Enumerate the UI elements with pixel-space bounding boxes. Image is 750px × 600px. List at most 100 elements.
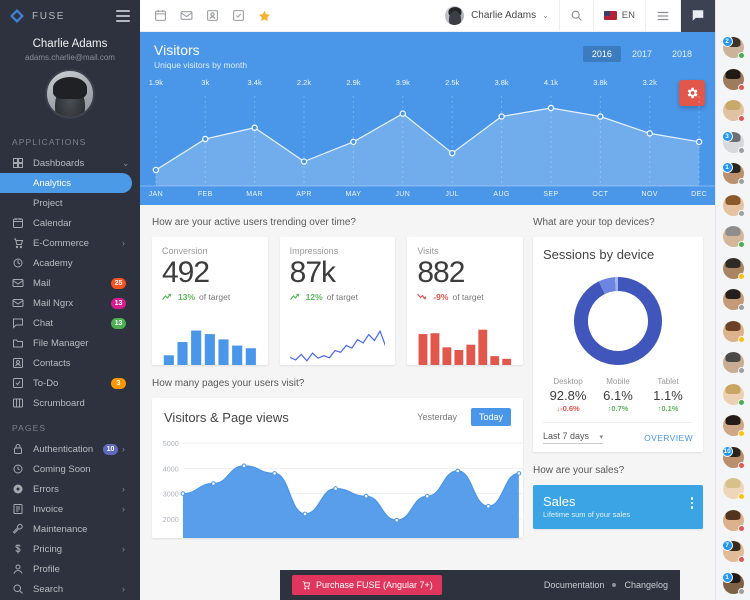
search-button[interactable] [558,0,593,32]
sidebar-toggle-button[interactable] [116,10,130,22]
contacts-icon[interactable] [206,9,219,22]
lock-icon [14,444,22,454]
changelog-link[interactable]: Changelog [624,580,668,590]
chat-contact-item[interactable] [716,379,750,411]
sidebar-nav: APPLICATIONS Dashboards ⌄ Analytics Project C… [0,127,140,600]
status-badge [737,398,745,406]
sidebar-item-project[interactable]: Project [0,193,140,213]
chat-contact-item[interactable]: 1 [716,158,750,190]
avatar [722,226,745,249]
chat-contact-item[interactable]: 7 [716,536,750,568]
chat-icon [12,317,24,329]
sidebar-item-label: Coming Soon [33,463,91,475]
sidebar-item-profile[interactable]: Profile [0,559,140,579]
chat-contact-item[interactable] [716,221,750,253]
chat-contact-item[interactable] [716,410,750,442]
chat-panel-button[interactable] [680,0,715,32]
language-label: EN [621,10,635,21]
todo-icon[interactable] [232,9,245,22]
chat-contact-item[interactable] [716,64,750,96]
dashboard-grid: How are your active users trending over … [140,205,715,538]
sidebar-item-mail-ngrx[interactable]: Mail Ngrx 13 [0,293,140,313]
date-range-select[interactable]: Last 7 days ▾ [543,431,604,444]
star-icon[interactable] [258,9,271,22]
device-change: ↓-0.6% [556,404,580,413]
sidebar-item-file-manager[interactable]: File Manager [0,333,140,353]
more-vert-icon[interactable] [690,497,693,509]
sidebar-item-authentication[interactable]: Authentication 10 › [0,439,140,459]
sidebar-item-chat[interactable]: Chat 13 [0,313,140,333]
flag-us-icon [603,11,617,20]
sidebar-item-calendar[interactable]: Calendar [0,213,140,233]
sidebar-item-academy[interactable]: Academy [0,253,140,273]
chat-contact-item[interactable]: 1 [716,568,750,600]
chat-contact-item[interactable] [716,473,750,505]
calendar-icon[interactable] [154,9,167,22]
unread-count-badge: 1 [721,162,733,174]
chat-contact-item[interactable]: 10 [716,442,750,474]
avatar [722,68,745,91]
contacts-icon [12,357,24,369]
device-stat-mobile: Mobile 6.1% ↑0.7% [593,377,643,413]
sidebar-item-errors[interactable]: Errors › [0,479,140,499]
sidebar-item-invoice[interactable]: Invoice › [0,499,140,519]
chat-contact-item[interactable]: 3 [716,127,750,159]
chat-contact-item[interactable] [716,253,750,285]
dollar-icon [15,544,21,554]
scrumboard-icon [12,397,24,409]
year-tab-2018[interactable]: 2018 [663,46,701,62]
overview-link[interactable]: OVERVIEW [644,433,693,443]
kpi-value: 882 [417,256,465,289]
device-pct: 92.8% [549,388,587,403]
chat-contact-item[interactable] [716,347,750,379]
avatar [722,289,745,312]
chat-contact-item[interactable] [716,284,750,316]
sidebar-item-contacts[interactable]: Contacts [0,353,140,373]
pages-tab-yesterday[interactable]: Yesterday [409,408,465,426]
status-badge: 13 [111,317,126,329]
chat-contact-item[interactable]: 2 [716,32,750,64]
sidebar-item-label: Dashboards [33,157,85,169]
avatar[interactable] [45,69,95,119]
pages-tab-today[interactable]: Today [470,408,511,426]
person-icon [13,564,23,574]
avatar: 2 [721,36,745,60]
sidebar-item-e-commerce[interactable]: E-Commerce › [0,233,140,253]
sidebar-item-label: To-Do [33,377,59,389]
avatar [722,100,745,123]
kpi-delta-suffix: of target [452,291,484,302]
user-menu-button[interactable]: Charlie Adams ⌄ [435,0,559,32]
chat-contact-item[interactable] [716,316,750,348]
documentation-link[interactable]: Documentation [544,580,605,590]
chat-contact-item[interactable] [716,190,750,222]
kpi-widgets: Conversion 492 13% of target Impressions 87k 1… [152,237,524,365]
sidebar-user-email: adams.charlie@mail.com [25,53,115,62]
sidebar-item-maintenance[interactable]: Maintenance [0,519,140,539]
quick-panel-button[interactable] [645,0,680,32]
sidebar-item-coming-soon[interactable]: Coming Soon [0,459,140,479]
devices-donut-chart [543,262,693,377]
sidebar-item-label: Search [33,583,64,595]
year-tab-2017[interactable]: 2017 [623,46,661,62]
unread-count-badge: 7 [721,540,733,552]
purchase-fuse-button[interactable]: Purchase FUSE (Angular 7+) [292,575,442,595]
sidebar-item-to-do[interactable]: To-Do 3 [0,373,140,393]
sidebar-item-label: Profile [33,563,60,575]
toolbar-avatar [445,6,465,25]
visitors-area-chart [140,74,715,205]
sidebar-item-mail[interactable]: Mail 25 [0,273,140,293]
year-tab-2016[interactable]: 2016 [582,46,621,62]
sidebar-item-search[interactable]: Search › [0,579,140,599]
sidebar-item-analytics[interactable]: Analytics [0,173,132,193]
sidebar-item-scrumboard[interactable]: Scrumboard [0,393,140,413]
language-button[interactable]: EN [592,0,645,32]
status-badge: 10 [103,443,118,455]
chat-contact-item[interactable] [716,505,750,537]
sidebar-item-dashboards[interactable]: Dashboards ⌄ [0,153,140,173]
chevron-icon: › [122,583,125,594]
sidebar-item-pricing[interactable]: Pricing › [0,539,140,559]
mail-icon[interactable] [180,9,193,22]
chat-contact-item[interactable] [716,95,750,127]
status-badge [737,556,745,564]
search-icon [571,10,582,21]
